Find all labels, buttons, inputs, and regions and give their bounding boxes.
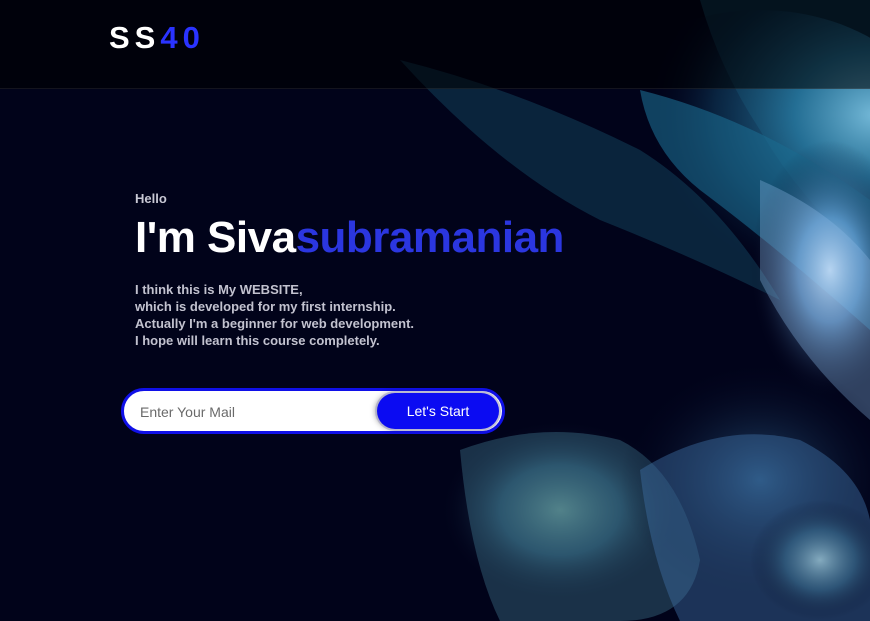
logo-digits: 40 — [160, 20, 205, 55]
hero-headline: I'm Sivasubramanian — [135, 211, 564, 265]
site-logo[interactable]: SS40 — [109, 20, 205, 56]
top-navbar: SS40 — [0, 0, 870, 89]
greeting-text: Hello — [135, 191, 167, 206]
description-line: I think this is My WEBSITE, — [135, 282, 303, 297]
logo-letters: SS — [109, 20, 161, 55]
description-line: Actually I'm a beginner for web developm… — [135, 316, 415, 331]
email-signup-form: Let's Start — [121, 388, 505, 434]
lets-start-button[interactable]: Let's Start — [377, 393, 499, 429]
landing-page: SS40 Hello I'm Sivasubramanian I think t… — [0, 0, 870, 621]
description-line: which is developed for my first internsh… — [135, 299, 396, 314]
hero-description: I think this is My WEBSITE, which is dev… — [135, 281, 414, 349]
description-line: I hope will learn this course completely… — [135, 333, 380, 348]
background-art-image — [0, 0, 870, 621]
headline-first-part: I'm Siva — [135, 213, 296, 262]
headline-highlight: subramanian — [295, 213, 565, 262]
email-input[interactable] — [138, 400, 372, 424]
